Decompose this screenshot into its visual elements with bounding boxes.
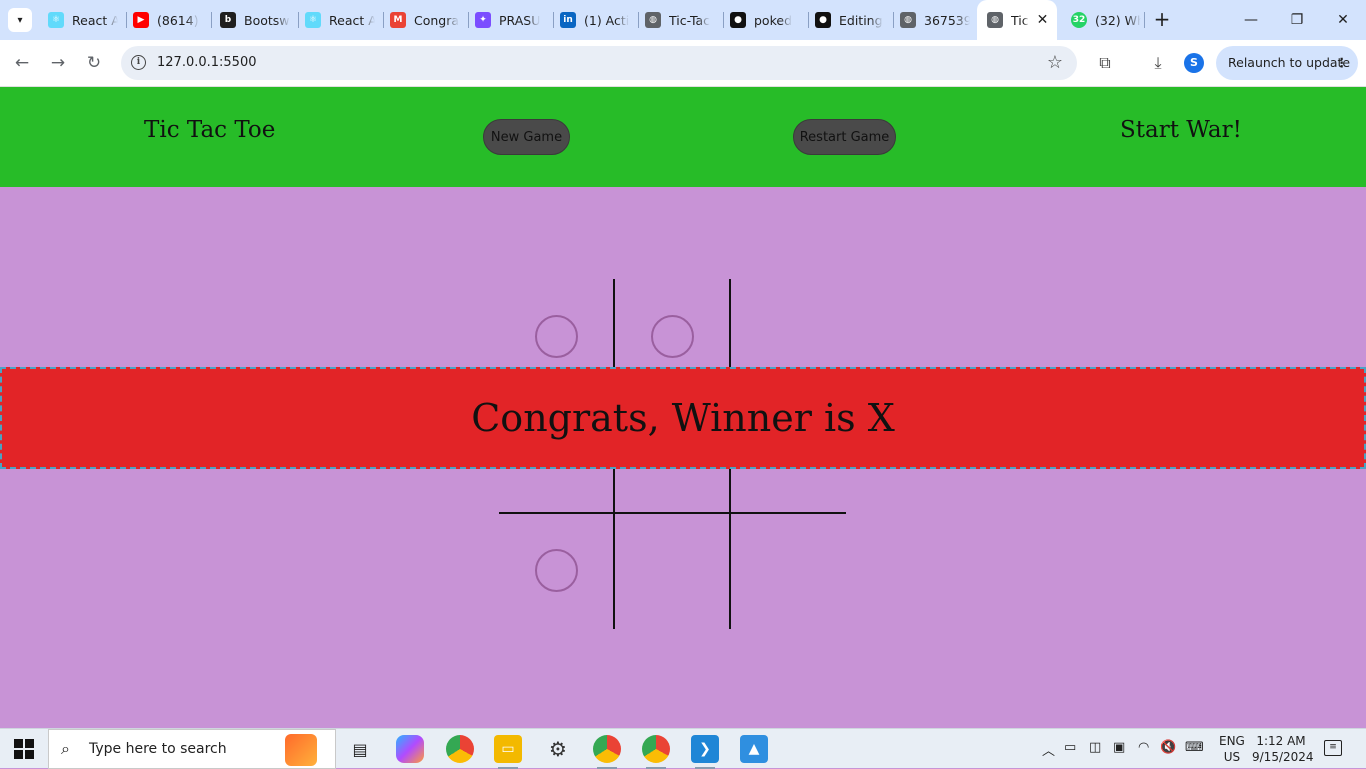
react-icon: ⚛ bbox=[305, 12, 321, 28]
game-title: Tic Tac Toe bbox=[144, 117, 276, 143]
github-icon: ● bbox=[730, 12, 746, 28]
url-text[interactable]: 127.0.0.1:5500 bbox=[157, 55, 257, 70]
o-mark-icon bbox=[534, 548, 578, 592]
linkedin-icon: in bbox=[560, 12, 576, 28]
tab-separator bbox=[723, 12, 724, 28]
reload-button[interactable]: ↻ bbox=[82, 51, 106, 75]
globe-icon: ◍ bbox=[900, 12, 916, 28]
tab-4[interactable]: M Congra bbox=[390, 6, 460, 34]
search-highlight-icon bbox=[285, 734, 317, 766]
notifications-icon[interactable]: ≡ bbox=[1324, 740, 1342, 756]
tab-separator bbox=[893, 12, 894, 28]
tab-separator bbox=[553, 12, 554, 28]
game-navbar: Tic Tac Toe New Game Restart Game Start … bbox=[0, 87, 1366, 187]
language-indicator[interactable]: ENG US bbox=[1219, 733, 1245, 765]
minimize-button[interactable]: — bbox=[1228, 8, 1274, 32]
chrome-icon[interactable] bbox=[446, 735, 474, 763]
tab-separator bbox=[1144, 12, 1145, 28]
tab-2[interactable]: b Bootsw bbox=[220, 6, 290, 34]
chrome-active-icon[interactable] bbox=[642, 735, 670, 769]
tab-separator bbox=[383, 12, 384, 28]
back-button[interactable]: ← bbox=[10, 51, 34, 75]
close-icon[interactable]: ✕ bbox=[1037, 12, 1049, 28]
tab-separator bbox=[808, 12, 809, 28]
board-cell[interactable] bbox=[615, 513, 729, 627]
chat-icon: ✦ bbox=[475, 12, 491, 28]
o-mark-icon bbox=[650, 314, 694, 358]
chevron-up-icon[interactable]: ︿ bbox=[1042, 740, 1055, 759]
keyboard-icon[interactable]: ⌨ bbox=[1185, 740, 1204, 755]
search-icon: ⌕ bbox=[61, 739, 70, 758]
tab-separator bbox=[638, 12, 639, 28]
tab-separator bbox=[211, 12, 212, 28]
youtube-icon: ▶ bbox=[133, 12, 149, 28]
display-icon[interactable]: ▣ bbox=[1113, 740, 1125, 755]
download-icon[interactable]: ⤓ bbox=[1147, 52, 1169, 74]
tab-9[interactable]: ● Editing bbox=[815, 6, 885, 34]
bootswatch-icon: b bbox=[220, 12, 236, 28]
restart-game-button[interactable]: Restart Game bbox=[793, 119, 896, 155]
tab-1[interactable]: ▶ (8614) bbox=[133, 6, 203, 34]
photos-icon[interactable]: ▲ bbox=[740, 735, 768, 763]
tab-whatsapp[interactable]: 32 (32) Wh bbox=[1071, 6, 1141, 34]
more-menu-icon[interactable]: ⋮ bbox=[1336, 46, 1349, 80]
tab-strip: ▾ ⚛ React A ▶ (8614) b Bootsw ⚛ React A M Congra… bbox=[0, 0, 1366, 40]
maximize-button[interactable]: ❐ bbox=[1274, 8, 1320, 32]
github-icon: ● bbox=[815, 12, 831, 28]
windows-taskbar: ⌕ Type here to search ▤ ▭ ⚙ ❯ ▲ ︿ ▭ ◫ ▣ … bbox=[0, 728, 1366, 769]
tab-separator bbox=[468, 12, 469, 28]
new-game-button[interactable]: New Game bbox=[483, 119, 570, 155]
address-bar[interactable]: i 127.0.0.1:5500 ☆ bbox=[121, 46, 1077, 80]
close-window-button[interactable]: ✕ bbox=[1320, 8, 1366, 32]
gmail-icon: M bbox=[390, 12, 406, 28]
tab-7[interactable]: ◍ Tic-Tac bbox=[645, 6, 715, 34]
info-icon[interactable]: i bbox=[131, 55, 146, 70]
bookmark-star-icon[interactable]: ☆ bbox=[1047, 52, 1063, 73]
board-cell[interactable] bbox=[731, 513, 845, 627]
tab-3[interactable]: ⚛ React A bbox=[305, 6, 375, 34]
wifi-icon[interactable]: ◠ bbox=[1138, 740, 1149, 755]
tab-separator bbox=[298, 12, 299, 28]
tab-search-button[interactable]: ▾ bbox=[8, 8, 32, 32]
vscode-icon[interactable]: ❯ bbox=[691, 735, 719, 769]
whatsapp-icon: 32 bbox=[1071, 12, 1087, 28]
profile-avatar[interactable]: S bbox=[1184, 53, 1204, 73]
windows-start-button[interactable] bbox=[14, 739, 34, 759]
taskbar-search[interactable]: ⌕ Type here to search bbox=[48, 729, 336, 769]
clock[interactable]: 1:12 AM 9/15/2024 bbox=[1252, 733, 1314, 765]
globe-icon: ◍ bbox=[987, 12, 1003, 28]
volume-muted-icon[interactable]: 🔇 bbox=[1160, 740, 1176, 755]
react-icon: ⚛ bbox=[48, 12, 64, 28]
file-explorer-icon[interactable]: ▭ bbox=[494, 735, 522, 769]
tab-6[interactable]: in (1) Acti bbox=[560, 6, 630, 34]
globe-icon: ◍ bbox=[645, 12, 661, 28]
tab-active[interactable]: ◍ Tic ✕ bbox=[977, 0, 1057, 40]
forward-button[interactable]: → bbox=[46, 51, 70, 75]
tab-8[interactable]: ● poked bbox=[730, 6, 800, 34]
winner-banner: Congrats, Winner is X bbox=[0, 367, 1366, 469]
chrome-profile-icon[interactable] bbox=[593, 735, 621, 769]
tab-10[interactable]: ◍ 367539 bbox=[900, 6, 970, 34]
task-view-icon[interactable]: ▤ bbox=[346, 735, 374, 763]
extensions-icon[interactable]: ⧉ bbox=[1094, 52, 1116, 74]
meet-icon[interactable]: ◫ bbox=[1089, 740, 1101, 755]
browser-toolbar: ← → ↻ i 127.0.0.1:5500 ☆ ⧉ ⤓ S Relaunch … bbox=[0, 40, 1366, 87]
o-mark-icon bbox=[534, 314, 578, 358]
tab-0[interactable]: ⚛ React A bbox=[48, 6, 118, 34]
board-cell[interactable] bbox=[499, 513, 613, 627]
page-content: Tic Tac Toe New Game Restart Game Start … bbox=[0, 87, 1366, 728]
tab-5[interactable]: ✦ PRASU bbox=[475, 6, 545, 34]
copilot-icon[interactable] bbox=[396, 735, 424, 763]
settings-gear-icon[interactable]: ⚙ bbox=[544, 735, 572, 763]
new-tab-button[interactable]: + bbox=[1151, 9, 1173, 31]
relaunch-button[interactable]: Relaunch to update ⋮ bbox=[1216, 46, 1358, 80]
tab-separator bbox=[126, 12, 127, 28]
winner-message: Congrats, Winner is X bbox=[471, 396, 895, 440]
start-war-link[interactable]: Start War! bbox=[1120, 117, 1242, 143]
chevron-down-icon: ▾ bbox=[17, 14, 23, 26]
battery-icon[interactable]: ▭ bbox=[1064, 740, 1076, 755]
